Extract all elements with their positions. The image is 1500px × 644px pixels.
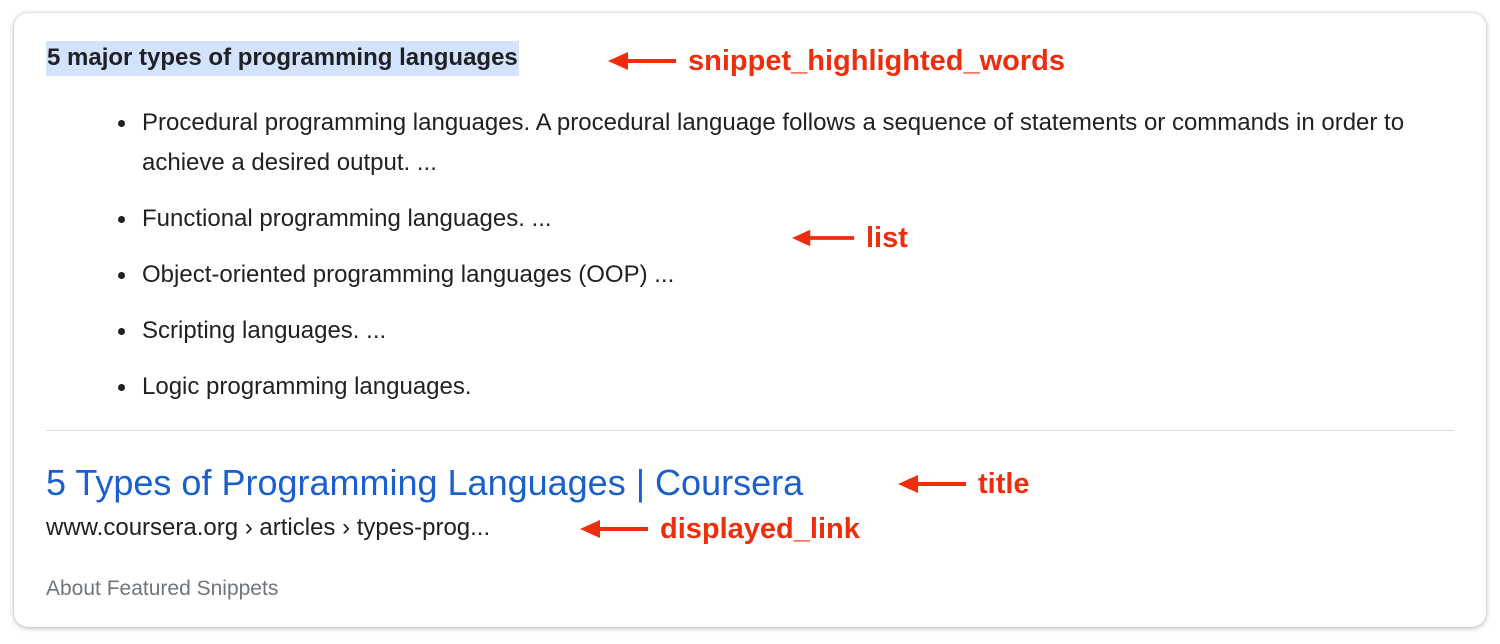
list-item: Procedural programming languages. A proc… — [46, 103, 1406, 183]
list-item: Object-oriented programming languages (O… — [46, 255, 1406, 295]
divider — [46, 430, 1454, 431]
annotation-title: title — [898, 467, 1030, 501]
snippet-highlighted-heading: 5 major types of programming languages — [46, 41, 519, 76]
result-title-link[interactable]: 5 Types of Programming Languages | Cours… — [46, 461, 803, 505]
displayed-link[interactable]: www.coursera.org › articles › types-prog… — [46, 513, 490, 543]
annotation-label: snippet_highlighted_words — [688, 44, 1066, 77]
annotation-label: list — [866, 221, 908, 254]
annotation-label: title — [978, 467, 1030, 500]
left-arrow-icon — [792, 229, 855, 247]
list-item: Scripting languages. ... — [46, 311, 1406, 351]
annotation-highlighted-words: snippet_highlighted_words — [608, 44, 1065, 78]
annotation-displayed-link: displayed_link — [580, 512, 860, 546]
annotation-label: displayed_link — [660, 512, 860, 545]
left-arrow-icon — [580, 520, 648, 538]
about-featured-snippets-link[interactable]: About Featured Snippets — [46, 575, 278, 603]
annotation-list: list — [792, 221, 908, 255]
list-item: Functional programming languages. ... — [46, 199, 1406, 239]
left-arrow-icon — [898, 475, 966, 493]
list-item: Logic programming languages. — [46, 367, 1406, 407]
left-arrow-icon — [608, 52, 676, 70]
snippet-list: Procedural programming languages. A proc… — [46, 103, 1406, 423]
